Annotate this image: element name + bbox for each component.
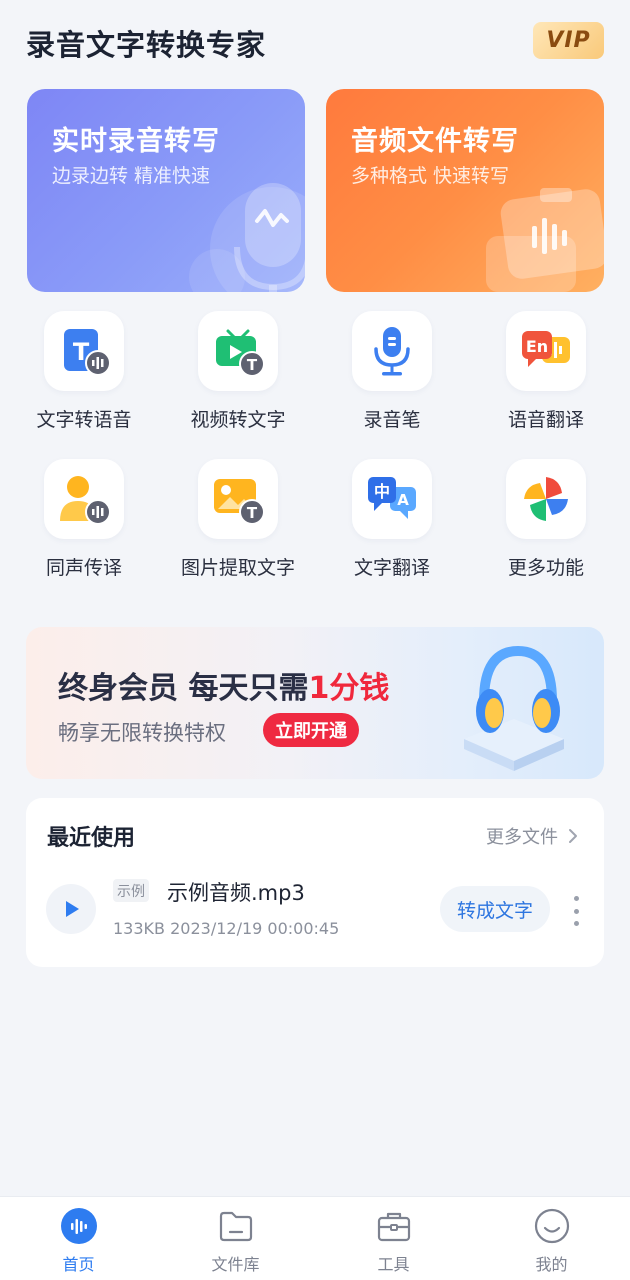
nav-file-library[interactable]: 文件库 <box>157 1197 314 1280</box>
tool-simultaneous-interpretation[interactable]: 同声传译 <box>7 453 161 583</box>
nav-label: 工具 <box>377 1255 410 1274</box>
sample-tag: 示例 <box>113 879 149 902</box>
banner-price-highlight: 1分钱 <box>308 671 390 706</box>
svg-text:中: 中 <box>374 482 390 501</box>
play-icon <box>66 901 79 917</box>
nav-label: 我的 <box>535 1255 568 1274</box>
tool-label: 图片提取文字 <box>180 557 295 579</box>
video-to-text-icon: T <box>216 329 265 377</box>
banner-headline: 终身会员 每天只需1分钱 <box>58 663 389 707</box>
banner-headline-prefix: 终身会员 每天只需 <box>58 671 309 706</box>
headphones-icon <box>464 645 564 771</box>
tool-icon-box: A 中 <box>352 459 432 539</box>
tool-voice-translate[interactable]: En 语音翻译 <box>469 305 623 435</box>
tool-icon-box: T <box>198 311 278 391</box>
nav-label: 文件库 <box>211 1255 260 1274</box>
svg-text:T: T <box>247 356 258 374</box>
card-title: 音频文件转写 <box>351 126 519 157</box>
tool-icon-box: En <box>506 311 586 391</box>
chevron-right-icon <box>569 829 577 843</box>
banner-subline: 畅享无限转换特权 <box>58 721 226 745</box>
tool-label: 同声传译 <box>45 557 122 579</box>
recent-section: 最近使用 更多文件 示例 示例音频.mp3 133KB 2023/12/19 0… <box>26 798 604 967</box>
tool-icon-box: T <box>198 459 278 539</box>
file-name: 示例音频.mp3 <box>167 881 305 905</box>
convert-to-text-button[interactable]: 转成文字 <box>440 886 550 932</box>
tool-label: 视频转文字 <box>190 409 286 431</box>
tool-label: 语音翻译 <box>507 409 584 431</box>
tools-grid: T 文字转语音 T 视频转文字 录音笔 En 语音翻译 同声传译 T 图片提取文… <box>0 305 630 605</box>
svg-text:A: A <box>397 491 409 509</box>
card-title: 实时录音转写 <box>52 126 220 157</box>
tool-text-translate[interactable]: A 中 文字翻译 <box>315 453 469 583</box>
text-to-speech-icon: T <box>64 329 111 376</box>
nav-label: 首页 <box>62 1255 95 1274</box>
tool-label: 更多功能 <box>507 557 584 579</box>
tool-recorder[interactable]: 录音笔 <box>315 305 469 435</box>
tool-text-to-speech[interactable]: T 文字转语音 <box>7 305 161 435</box>
more-files-label: 更多文件 <box>486 827 558 848</box>
vip-badge[interactable]: VIP <box>533 22 604 59</box>
nav-tools[interactable]: 工具 <box>315 1197 472 1280</box>
more-files-link[interactable]: 更多文件 <box>486 823 582 849</box>
play-button[interactable] <box>46 884 96 934</box>
toolbox-icon <box>375 1207 413 1245</box>
app-title: 录音文字转换专家 <box>26 28 267 62</box>
activate-now-button[interactable]: 立即开通 <box>263 713 359 747</box>
file-meta: 133KB 2023/12/19 00:00:45 <box>113 919 340 938</box>
microphone-icon <box>374 327 410 376</box>
tool-icon-box <box>352 311 432 391</box>
folder-icon <box>217 1207 255 1245</box>
tool-video-to-text[interactable]: T 视频转文字 <box>161 305 315 435</box>
voice-translate-icon: En <box>522 331 570 367</box>
home-audio-icon <box>60 1207 98 1245</box>
image-to-text-icon: T <box>214 479 265 525</box>
tool-label: 录音笔 <box>363 409 421 431</box>
nav-home[interactable]: 首页 <box>0 1197 157 1280</box>
recent-title: 最近使用 <box>47 826 136 851</box>
realtime-transcribe-card[interactable]: 实时录音转写 边录边转 精准快速 <box>27 89 305 292</box>
bottom-nav: 首页 文件库 工具 我的 <box>0 1196 630 1280</box>
tool-icon-box: T <box>44 311 124 391</box>
smiley-icon <box>533 1207 571 1245</box>
tool-image-to-text[interactable]: T 图片提取文字 <box>161 453 315 583</box>
svg-text:T: T <box>247 504 258 522</box>
tool-label: 文字翻译 <box>353 557 430 579</box>
audio-file-transcribe-card[interactable]: 音频文件转写 多种格式 快速转写 <box>326 89 604 292</box>
svg-text:En: En <box>526 337 548 356</box>
tool-icon-box <box>506 459 586 539</box>
simultaneous-interpretation-icon <box>60 476 111 525</box>
tool-icon-box <box>44 459 124 539</box>
text-translate-icon: A 中 <box>368 477 416 519</box>
tool-label: 文字转语音 <box>36 409 132 431</box>
membership-banner[interactable]: 终身会员 每天只需1分钱 畅享无限转换特权 立即开通 <box>26 627 604 779</box>
tool-more-features[interactable]: 更多功能 <box>469 453 623 583</box>
microphone-icon <box>189 183 305 292</box>
more-options-icon[interactable] <box>571 896 581 926</box>
nav-mine[interactable]: 我的 <box>473 1197 630 1280</box>
pinwheel-icon <box>524 477 568 521</box>
audio-file-icon <box>486 188 604 292</box>
app-header: 录音文字转换专家 VIP <box>0 0 630 84</box>
